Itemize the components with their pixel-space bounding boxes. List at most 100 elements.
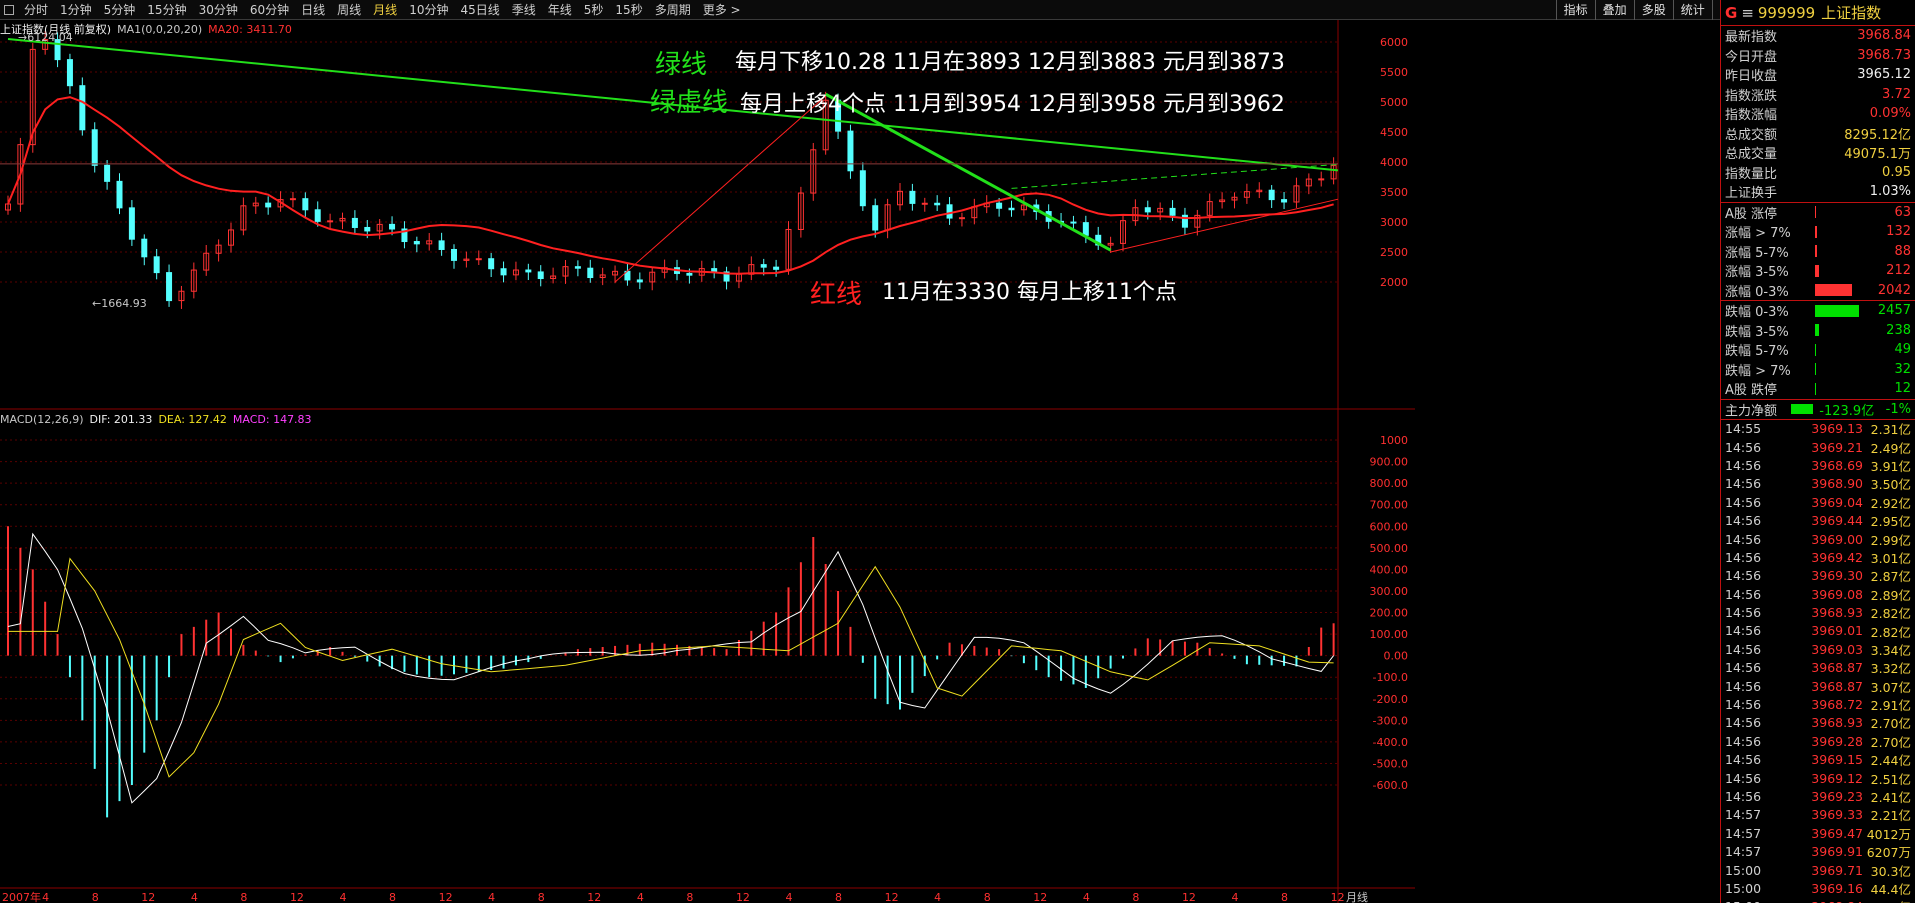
x-axis-tick-label: 8 — [984, 891, 991, 903]
up-bar-track — [1815, 264, 1869, 277]
candle-body — [475, 258, 482, 261]
green-line-label: 绿线 — [655, 50, 708, 80]
kline-chart[interactable]: 6000 5500 5000 4500 4000 3500 3000 2500 2000 →612… — [0, 20, 1415, 410]
period-tab-15[interactable]: 多周期 — [649, 0, 697, 20]
macd-chart[interactable]: 1000 900.00 800.00 700.00 600.00 500.00 400.00… — [0, 410, 1415, 903]
tick-row: 14:56 3969.08 2.89亿 — [1721, 585, 1915, 603]
green-dashed-trendline — [1011, 163, 1339, 189]
period-tab-9[interactable]: 10分钟 — [403, 0, 454, 20]
tick-time: 14:56 — [1725, 513, 1762, 529]
period-tab-2[interactable]: 5分钟 — [98, 0, 142, 20]
tick-row: 14:56 3969.30 2.87亿 — [1721, 567, 1915, 585]
period-tab-14[interactable]: 15秒 — [609, 0, 648, 20]
tick-volume: 3.32亿 — [1870, 661, 1911, 677]
tick-time: 14:57 — [1725, 844, 1762, 860]
stat-label: 总成交量 — [1725, 147, 1778, 163]
tool-button-2[interactable]: 多股 — [1633, 0, 1673, 20]
macd-axis-label: -600.0 — [1373, 779, 1408, 792]
period-tab-1[interactable]: 1分钟 — [54, 0, 98, 20]
chart-legend: 上证指数(月线 前复权) MA1(0,0,20,20) MA20: 3411.7… — [0, 20, 298, 38]
up-bar-label: 涨幅 0-3% — [1725, 284, 1789, 300]
down-bar-row: 跌幅 > 7% 32 — [1721, 360, 1915, 380]
macd-legend: MACD(12,26,9) DIF: 201.33 DEA: 127.42 MA… — [0, 410, 318, 428]
period-tab-0[interactable]: 分时 — [18, 0, 54, 20]
tick-time: 14:56 — [1725, 568, 1762, 584]
tick-time: 14:57 — [1725, 825, 1762, 841]
tick-list[interactable]: 14:55 3969.13 2.31亿 14:56 3969.21 2.49亿 14:56 3… — [1721, 420, 1915, 903]
tool-button-0[interactable]: 指标 — [1555, 0, 1595, 20]
period-tab-5[interactable]: 60分钟 — [244, 0, 295, 20]
stat-label: 总成交额 — [1725, 127, 1778, 143]
candle-body — [773, 266, 780, 270]
x-axis-tick-label: 12 — [141, 891, 155, 903]
tick-row: 14:56 3968.90 3.50亿 — [1721, 475, 1915, 493]
tick-price: 3969.42 — [1811, 549, 1863, 565]
down-bar-label: A股 跌停 — [1725, 383, 1778, 399]
x-axis-tick-label: 4 — [786, 891, 793, 903]
period-tab-6[interactable]: 日线 — [295, 0, 331, 20]
macd-axis-label: 600.00 — [1370, 520, 1409, 533]
tick-time: 14:56 — [1725, 660, 1762, 676]
low-price-label: ←1664.93 — [92, 297, 147, 310]
period-tab-4[interactable]: 30分钟 — [193, 0, 244, 20]
candle-body — [686, 272, 693, 276]
down-bar-track — [1815, 304, 1869, 317]
up-bar-label: 涨幅 > 7% — [1725, 226, 1791, 242]
menu-icon[interactable]: ≡ — [1741, 4, 1754, 22]
tick-price: 3968.72 — [1811, 697, 1863, 713]
tick-price: 3969.23 — [1811, 789, 1863, 804]
period-tab-11[interactable]: 季线 — [506, 0, 542, 20]
stat-row: 指数量比 0.95 — [1721, 163, 1915, 183]
period-tab-13[interactable]: 5秒 — [578, 0, 610, 20]
tick-volume: 2.82亿 — [1870, 624, 1911, 640]
chart-title: 上证指数(月线 前复权) — [0, 23, 112, 36]
candle-body — [91, 129, 98, 166]
tick-price: 3968.90 — [1811, 476, 1863, 492]
candle-body — [946, 204, 953, 219]
tick-price: 3969.03 — [1811, 641, 1863, 657]
tick-volume: 2.87亿 — [1870, 569, 1911, 585]
candle-body — [921, 202, 928, 205]
period-toolbar: 分时 1分钟 5分钟 15分钟 30分钟 60分钟 日线 周线 月线 10分钟 45日线 季线 年线 5秒… — [0, 0, 1915, 20]
x-axis-tick-label: 4 — [488, 891, 495, 903]
period-tab-8[interactable]: 月线 — [367, 0, 403, 20]
period-tab-16[interactable]: 更多 > — [697, 0, 747, 20]
stat-row: 最新指数 3968.84 — [1721, 26, 1915, 46]
x-axis-tick-label: 12 — [1033, 891, 1047, 903]
macd-axis-label: -400.0 — [1373, 736, 1408, 749]
candle-body — [847, 130, 854, 172]
period-tab-10[interactable]: 45日线 — [454, 0, 505, 20]
up-bar-bar — [1815, 264, 1819, 277]
period-tab-7[interactable]: 周线 — [331, 0, 367, 20]
macd-axis-label: -300.0 — [1373, 714, 1408, 727]
down-bar-label: 跌幅 3-5% — [1725, 324, 1789, 340]
window-icon[interactable] — [4, 4, 14, 15]
period-tab-12[interactable]: 年线 — [542, 0, 578, 20]
stat-row: 指数涨跌 3.72 — [1721, 85, 1915, 105]
tick-row: 14:56 3969.03 3.34亿 — [1721, 640, 1915, 658]
tick-volume: 2.49亿 — [1870, 440, 1911, 456]
candle-body — [104, 164, 111, 182]
tick-volume: 2.70亿 — [1870, 716, 1911, 732]
tick-volume: 2.82亿 — [1870, 606, 1911, 622]
macd-axis-label: 700.00 — [1370, 499, 1409, 512]
tool-button-1[interactable]: 叠加 — [1594, 0, 1634, 20]
down-bar-bar — [1815, 363, 1817, 376]
candle-body — [934, 202, 941, 206]
candle-body — [141, 238, 148, 258]
green-dashed-label: 绿虚线 — [650, 88, 729, 118]
period-tab-3[interactable]: 15分钟 — [141, 0, 192, 20]
up-bar-track — [1815, 206, 1869, 219]
tick-row: 15:00 3969.71 30.3亿 — [1721, 861, 1915, 879]
x-axis-tick-label: 4 — [42, 891, 49, 903]
tool-button-3[interactable]: 统计 — [1672, 0, 1712, 20]
x-axis-tick-label: 8 — [92, 891, 99, 903]
tick-price: 3968.93 — [1811, 715, 1863, 731]
up-bar-row: 涨幅 5-7% 88 — [1721, 242, 1915, 262]
tick-row: 14:56 3969.15 2.44亿 — [1721, 751, 1915, 769]
ma20-value: MA20: 3411.70 — [208, 22, 292, 36]
down-bar-row: A股 跌停 12 — [1721, 379, 1915, 399]
tick-row: 14:56 3969.00 2.99亿 — [1721, 530, 1915, 548]
macd-axis-label: 1000 — [1380, 434, 1408, 447]
tick-price: 3969.44 — [1811, 513, 1863, 529]
